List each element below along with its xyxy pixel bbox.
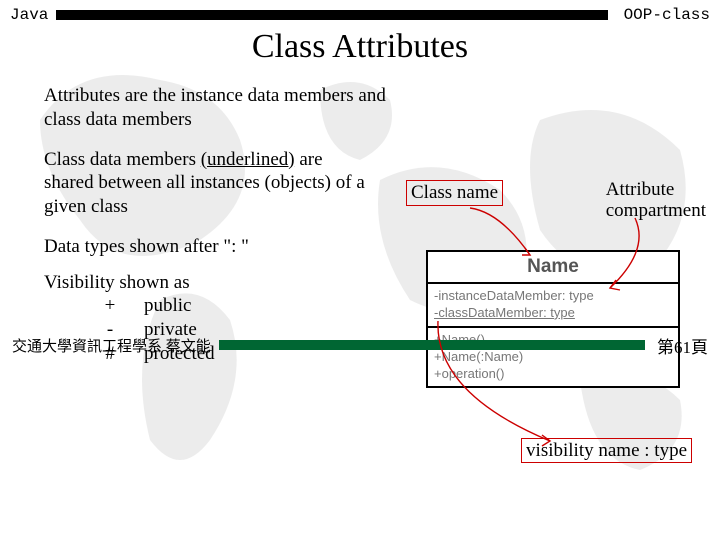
top-rule [56,10,607,20]
arrow-classname [440,200,550,270]
top-bar: Java OOP-class [0,0,720,24]
footer-page-number: 第61頁 [657,333,708,358]
footer-left: 交通大學資訊工程學系 蔡文能 [12,335,211,356]
para-attributes-def: Attributes are the instance data members… [44,84,404,132]
arrow-visibility [430,313,580,453]
top-right-label: OOP-class [624,6,710,24]
top-left-label: Java [10,6,48,24]
para-class-members: Class data members (underlined) are shar… [44,148,374,219]
para2-underlined: (underlined) [201,149,295,170]
page-title: Class Attributes [0,28,720,66]
arrow-attrcomp [600,210,680,300]
para2-a: Class data members [44,149,201,170]
vis-lbl: public [144,294,192,318]
footer-bar: 交通大學資訊工程學系 蔡文能 第61頁 [0,333,720,358]
vis-sym: + [100,294,120,318]
